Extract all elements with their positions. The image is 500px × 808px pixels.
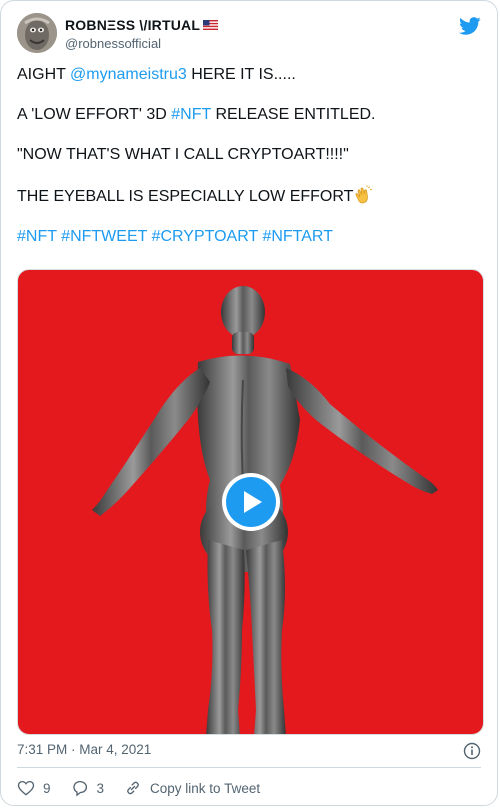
text-segment: A 'LOW EFFORT' 3D: [17, 106, 172, 123]
display-name-text[interactable]: ROBNΞSS \/IRTUAL: [65, 16, 200, 34]
tweet-text: AIGHT @mynameistru3 HERE IT IS..... A 'L…: [17, 65, 481, 267]
text-segment: HERE IT IS.....: [186, 66, 296, 83]
timestamp[interactable]: 7:31 PM · Mar 4, 2021: [17, 742, 151, 757]
video-media[interactable]: [17, 269, 484, 735]
heart-icon: [17, 780, 35, 796]
reply-count: 3: [96, 780, 105, 796]
us-flag-icon: [203, 20, 219, 30]
hashtag-link[interactable]: #NFTWEET: [61, 228, 147, 245]
hashtag-link[interactable]: #NFT: [17, 228, 57, 245]
copy-link-label: Copy link to Tweet: [150, 780, 261, 796]
tweet-header: ROBNΞSS \/IRTUAL @robnessofficial: [17, 13, 481, 57]
twitter-bird-icon[interactable]: [459, 15, 481, 37]
play-button-circle: [226, 477, 276, 527]
copy-link-button[interactable]: Copy link to Tweet: [124, 779, 260, 797]
tweet-meta: 7:31 PM · Mar 4, 2021: [17, 742, 481, 760]
tweet-paragraph-2: A 'LOW EFFORT' 3D #NFT RELEASE ENTITLED.: [17, 105, 481, 125]
like-count: 9: [43, 780, 51, 796]
reply-button[interactable]: 3: [71, 779, 105, 797]
like-button[interactable]: 9: [17, 779, 51, 797]
hashtag-link[interactable]: #NFT: [171, 106, 211, 123]
tweet-paragraph-4: THE EYEBALL IS ESPECIALLY LOW EFFORT: [17, 185, 481, 207]
tweet-actions: 9 3 Copy link to Tweet: [17, 778, 481, 798]
hashtag-link[interactable]: #NFTART: [262, 228, 333, 245]
text-segment: RELEASE ENTITLED.: [211, 106, 376, 123]
tweet-paragraph-3: "NOW THAT'S WHAT I CALL CRYPTOART!!!!": [17, 146, 349, 163]
avatar[interactable]: [17, 13, 57, 53]
mention-link[interactable]: @mynameistru3: [70, 66, 187, 83]
handle[interactable]: @robnessofficial: [65, 35, 218, 52]
reply-icon: [72, 780, 87, 797]
text-segment: THE EYEBALL IS ESPECIALLY LOW EFFORT: [17, 188, 354, 205]
tweet-paragraph-1: AIGHT @mynameistru3 HERE IT IS.....: [17, 65, 481, 85]
display-name[interactable]: ROBNΞSS \/IRTUAL: [65, 16, 219, 34]
link-icon: [127, 781, 139, 795]
divider: [17, 767, 481, 768]
hashtag-link[interactable]: #CRYPTOART: [152, 228, 258, 245]
clapping-hands-icon: [355, 185, 373, 204]
tweet-card: ROBNΞSS \/IRTUAL @robnessofficial AIGHT …: [0, 0, 498, 806]
tweet-hashtags: #NFT #NFTWEET #CRYPTOART #NFTART: [17, 227, 481, 247]
info-icon[interactable]: [463, 742, 481, 760]
play-button[interactable]: [222, 473, 280, 531]
play-icon: [244, 491, 262, 513]
text-segment: AIGHT: [17, 66, 71, 83]
